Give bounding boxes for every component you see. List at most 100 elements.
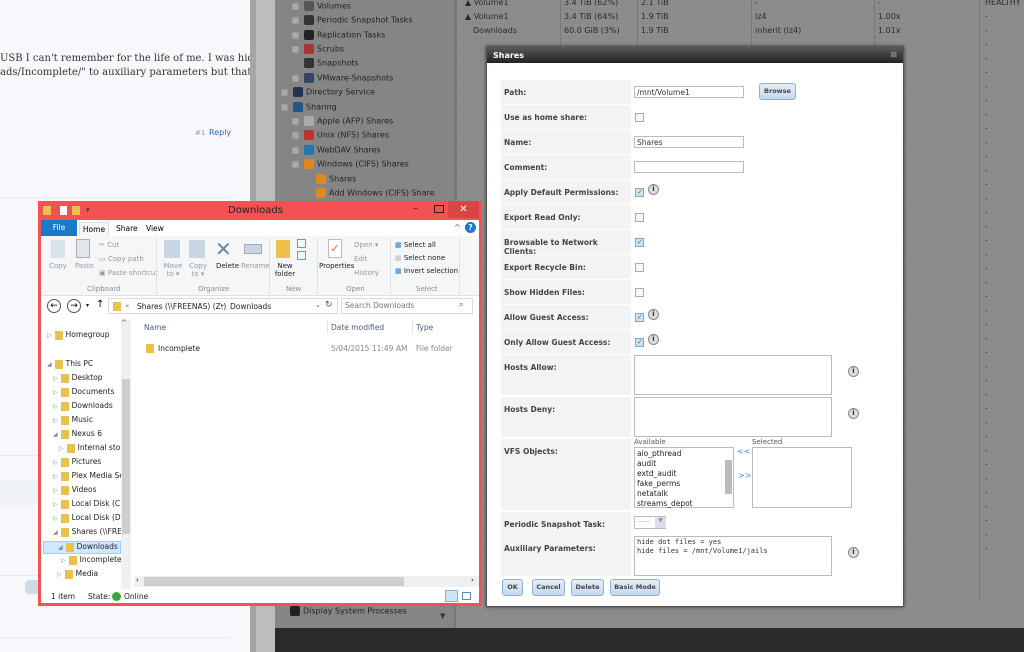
tab-file[interactable]: File xyxy=(41,220,77,236)
easy-access-icon[interactable] xyxy=(297,251,306,260)
vfs-option[interactable]: extd_audit xyxy=(637,469,731,479)
copy-path-button[interactable]: ▭ Copy path xyxy=(99,255,144,263)
select-none-button[interactable]: ▦ Select none xyxy=(395,254,445,262)
nav-item[interactable]: Shares xyxy=(316,174,356,184)
nav-pane-item[interactable]: ▷ Media xyxy=(57,569,98,582)
scroll-thumb[interactable] xyxy=(144,577,404,586)
nav-item[interactable]: Replication Tasks xyxy=(292,30,385,40)
collapse-ribbon-icon[interactable]: ^ xyxy=(454,223,461,232)
scroll-thumb[interactable] xyxy=(122,379,130,534)
nav-item[interactable]: WebDAV Shares xyxy=(292,145,381,155)
expand-arrow-icon[interactable]: ▷ xyxy=(53,375,58,382)
history-button[interactable]: History xyxy=(354,269,379,277)
cut-button[interactable]: ✂ Cut xyxy=(99,241,119,249)
nav-item[interactable]: Sharing xyxy=(281,102,337,112)
nav-pane-item[interactable]: ▷ Downloads xyxy=(53,401,113,414)
nav-pane-item[interactable]: ▷ Plex Media Se xyxy=(53,471,124,484)
new-folder-icon[interactable] xyxy=(72,206,80,215)
select-all-button[interactable]: ▦ Select all xyxy=(395,241,436,249)
chevron-down-icon[interactable]: ▼ xyxy=(655,517,666,528)
nav-item[interactable]: Volumes xyxy=(292,1,351,11)
address-bar[interactable]: « Shares (\\FREENAS) (Z:) ▸ Downloads ⌄ … xyxy=(108,298,338,314)
cancel-button[interactable]: Cancel xyxy=(532,579,565,596)
nav-scrollbar[interactable] xyxy=(121,319,131,589)
name-input[interactable] xyxy=(634,136,744,148)
search-input[interactable] xyxy=(345,301,455,310)
expand-icon[interactable] xyxy=(292,160,299,168)
ro-checkbox[interactable] xyxy=(635,213,644,222)
column-divider[interactable] xyxy=(327,320,328,334)
vfs-option[interactable]: fake_perms xyxy=(637,479,731,489)
column-date-modified[interactable]: Date modified xyxy=(331,323,384,332)
tab-view[interactable]: View xyxy=(146,224,164,233)
browsable-checkbox[interactable] xyxy=(635,238,644,247)
scroll-left-icon[interactable]: ‹ xyxy=(136,576,139,584)
ok-button[interactable]: OK xyxy=(502,579,523,596)
breadcrumb-share[interactable]: Shares (\\FREENAS) (Z:) xyxy=(137,302,226,311)
hosts-allow-input[interactable] xyxy=(634,355,832,395)
expand-icon[interactable] xyxy=(292,117,299,125)
column-type[interactable]: Type xyxy=(416,323,433,332)
nav-item-display-system-processes[interactable]: Display System Processes xyxy=(290,606,407,616)
basic-button[interactable]: Basic Mode xyxy=(610,579,660,596)
expand-icon[interactable] xyxy=(292,31,299,39)
expand-icon[interactable] xyxy=(292,131,299,139)
expand-arrow-icon[interactable]: ▷ xyxy=(53,473,58,480)
minimize-button[interactable]: – xyxy=(413,203,418,214)
nav-pane-item[interactable]: ◢ Nexus 6 xyxy=(53,429,102,442)
home-checkbox[interactable] xyxy=(635,113,644,122)
auxiliary-parameters-input[interactable]: hide dot files = yes hide files = /mnt/V… xyxy=(634,536,832,576)
nav-pane-item[interactable]: ▷ Local Disk (D:) xyxy=(53,513,126,526)
tab-home[interactable]: Home xyxy=(79,222,109,236)
recycle-checkbox[interactable] xyxy=(635,263,644,272)
expand-arrow-icon[interactable]: ▷ xyxy=(53,417,58,424)
expand-icon[interactable] xyxy=(292,74,299,82)
browse-button[interactable]: Browse xyxy=(759,83,796,100)
nav-item[interactable]: Directory Service xyxy=(281,87,375,97)
add-vfs-button[interactable]: >> xyxy=(738,471,751,480)
onlyguest-checkbox[interactable] xyxy=(635,338,644,347)
nav-item[interactable]: Apple (AFP) Shares xyxy=(292,116,393,126)
column-name[interactable]: Name xyxy=(144,323,166,332)
overflow-chevron-icon[interactable]: « xyxy=(125,302,129,310)
nav-pane-item[interactable]: ▷ Music xyxy=(53,415,93,428)
nav-pane-item[interactable]: ▷ Pictures xyxy=(53,457,101,470)
nav-pane-item[interactable]: ▷ Videos xyxy=(53,485,97,498)
move-to-button[interactable]: Move to ▾ xyxy=(163,262,183,278)
delete-button[interactable]: Delete xyxy=(216,262,239,270)
nav-pane-item[interactable]: ▷ Homegroup xyxy=(47,330,110,343)
vfs-available-list[interactable]: aio_pthread audit extd_audit fake_perms neta… xyxy=(634,447,734,508)
details-view-button[interactable] xyxy=(445,590,458,602)
info-icon[interactable]: i xyxy=(648,309,659,320)
remove-vfs-button[interactable]: << xyxy=(737,447,750,456)
invert-selection-button[interactable]: ▦ Invert selection xyxy=(395,267,458,275)
reply-link[interactable]: Reply xyxy=(209,128,231,137)
expand-icon[interactable] xyxy=(292,45,299,53)
scroll-right-icon[interactable]: › xyxy=(471,576,474,584)
new-folder-button[interactable]: New folder xyxy=(274,262,296,278)
nav-item[interactable]: Add Windows (CIFS) Share xyxy=(316,188,435,198)
copy-button[interactable]: Copy xyxy=(49,262,67,270)
path-input[interactable] xyxy=(634,86,744,98)
vfs-option[interactable]: aio_pthread xyxy=(637,449,731,459)
column-divider[interactable] xyxy=(412,320,413,334)
expand-icon[interactable] xyxy=(281,88,288,96)
open-button[interactable]: Open ▾ xyxy=(354,241,378,249)
edit-button[interactable]: Edit xyxy=(354,255,368,263)
forward-button[interactable]: → xyxy=(67,299,81,313)
expand-arrow-icon[interactable]: ◢ xyxy=(47,361,52,368)
table-row[interactable]: ▲ Volume1 3.4 TiB (62%) 2.1 TiB - - HEALTHY xyxy=(457,0,1024,10)
hosts-deny-input[interactable] xyxy=(634,397,832,437)
nav-pane-item[interactable]: ▷ Desktop xyxy=(53,373,103,386)
horizontal-scrollbar[interactable]: ‹ › xyxy=(134,576,479,587)
expand-arrow-icon[interactable]: ▷ xyxy=(53,403,58,410)
back-button[interactable]: ← xyxy=(47,299,61,313)
scroll-thumb[interactable] xyxy=(725,460,732,494)
rename-button[interactable]: Rename xyxy=(241,262,270,270)
expand-arrow-icon[interactable]: ◢ xyxy=(53,431,58,438)
new-item-icon[interactable] xyxy=(297,239,306,248)
info-icon[interactable]: i xyxy=(648,334,659,345)
tab-share[interactable]: Share xyxy=(116,224,138,233)
expand-arrow-icon[interactable]: ▷ xyxy=(53,389,58,396)
vfs-option[interactable]: netatalk xyxy=(637,489,731,499)
